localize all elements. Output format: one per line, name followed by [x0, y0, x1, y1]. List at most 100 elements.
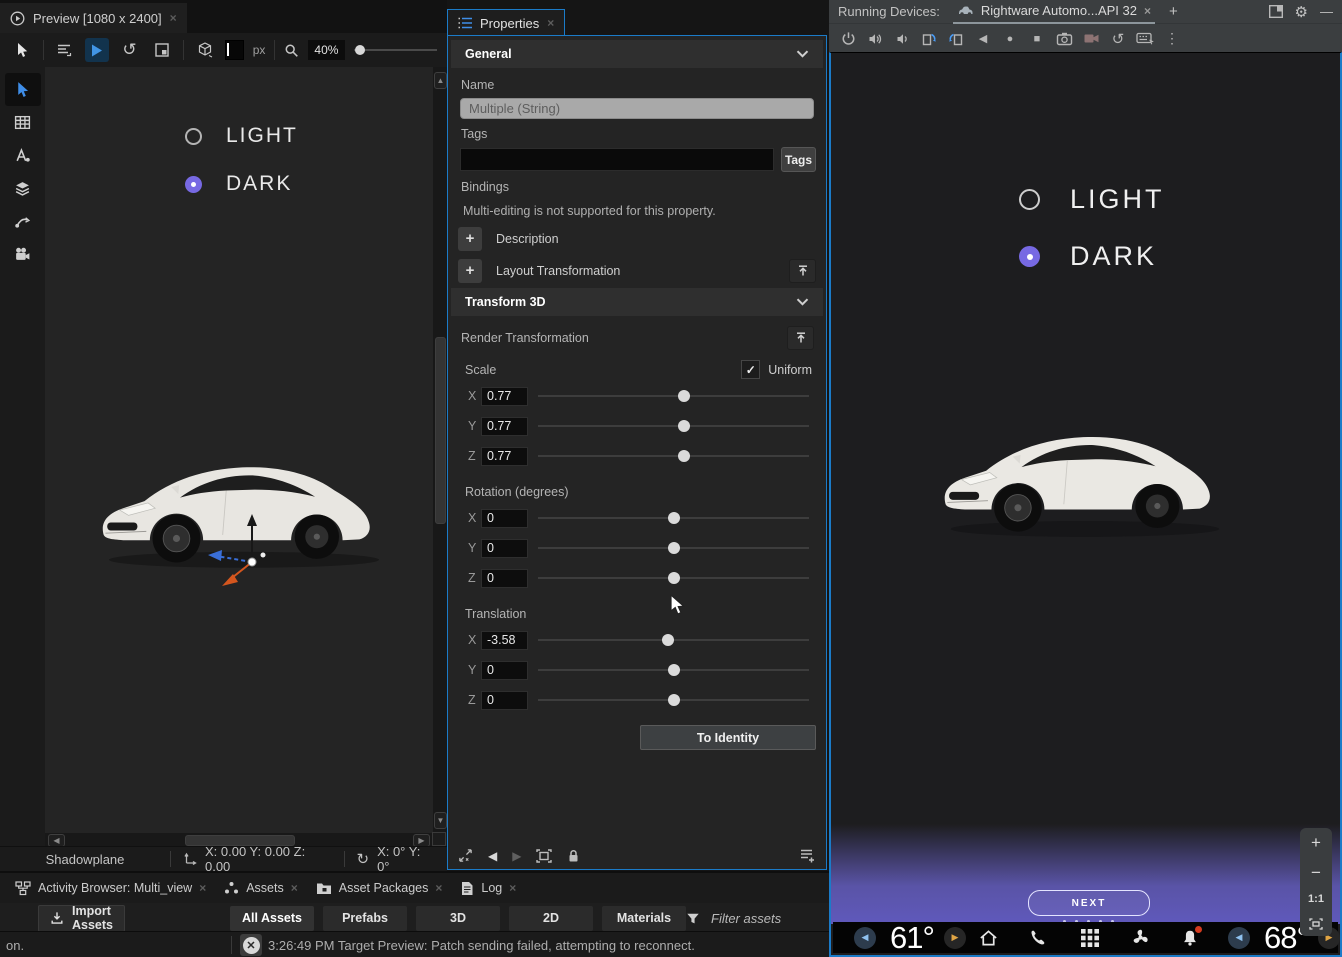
error-indicator[interactable]: ✕: [240, 934, 262, 956]
tab-asset-packages[interactable]: Asset Packages ×: [307, 873, 452, 903]
notifications-bell-icon[interactable]: [1175, 922, 1205, 953]
close-icon[interactable]: ×: [547, 16, 554, 30]
preview-radio-dark[interactable]: DARK: [185, 172, 292, 196]
android-overview-icon[interactable]: ■: [1025, 28, 1049, 50]
zoom-level-value[interactable]: 40%: [308, 40, 344, 60]
to-identity-button[interactable]: To Identity: [640, 725, 816, 750]
slider-thumb[interactable]: [668, 512, 680, 524]
slider-thumb[interactable]: [678, 450, 690, 462]
radio-unselected-icon[interactable]: [1019, 189, 1040, 210]
scale-z-slider[interactable]: [538, 446, 809, 466]
chevron-down-icon[interactable]: [796, 298, 809, 306]
device-radio-light[interactable]: LIGHT: [1019, 184, 1165, 215]
app-grid-icon[interactable]: [1075, 922, 1105, 953]
layers-tool-button[interactable]: [5, 172, 41, 205]
preview-canvas[interactable]: LIGHT DARK: [45, 67, 433, 833]
zoom-in-button[interactable]: +: [1311, 834, 1321, 851]
tags-input[interactable]: [460, 148, 774, 171]
scroll-up-icon[interactable]: ▲: [434, 72, 447, 89]
slider-thumb[interactable]: [668, 572, 680, 584]
import-assets-button[interactable]: Import Assets: [38, 905, 125, 932]
preview-vertical-scrollbar[interactable]: ▲ ▼: [433, 67, 447, 833]
close-icon[interactable]: ×: [1144, 4, 1151, 18]
radio-selected-icon[interactable]: [1019, 246, 1040, 267]
reset-preview-icon[interactable]: ↺: [118, 38, 142, 62]
phone-icon[interactable]: [1023, 922, 1053, 953]
filter-all-assets[interactable]: All Assets: [230, 906, 314, 931]
zoom-fit-button[interactable]: [1309, 918, 1323, 930]
volume-down-icon[interactable]: [890, 28, 914, 50]
tab-assets[interactable]: Assets ×: [215, 873, 307, 903]
tags-button[interactable]: Tags: [781, 147, 816, 172]
transform-gizmo[interactable]: [200, 510, 290, 600]
translation-y-slider[interactable]: [538, 660, 809, 680]
scroll-down-icon[interactable]: ▼: [434, 812, 447, 829]
scale-y-input[interactable]: 0.77: [481, 417, 528, 436]
history-forward-icon[interactable]: ▶: [512, 849, 521, 863]
fan-hvac-icon[interactable]: [1125, 922, 1155, 953]
filter-3d[interactable]: 3D: [416, 906, 500, 931]
preview-radio-light[interactable]: LIGHT: [185, 124, 298, 148]
rotation-z-slider[interactable]: [538, 568, 809, 588]
chevron-down-icon[interactable]: [796, 50, 809, 58]
transform-3d-tool-icon[interactable]: [193, 38, 217, 62]
more-options-icon[interactable]: ⋮: [1160, 28, 1184, 50]
zoom-slider-thumb[interactable]: [355, 45, 365, 55]
filter-assets-input[interactable]: [709, 910, 823, 927]
close-icon[interactable]: ×: [170, 11, 177, 25]
scrollbar-thumb[interactable]: [435, 337, 446, 524]
history-back-icon[interactable]: ◀: [488, 849, 497, 863]
connector-tool-button[interactable]: [5, 205, 41, 238]
add-layout-transformation-button[interactable]: +: [458, 259, 482, 283]
section-transform-3d[interactable]: Transform 3D: [451, 288, 823, 316]
hardware-input-icon[interactable]: [1133, 28, 1157, 50]
zoom-slider[interactable]: [354, 43, 437, 57]
play-preview-button[interactable]: [85, 38, 109, 62]
rotation-x-input[interactable]: 0: [481, 509, 528, 528]
slider-thumb[interactable]: [668, 542, 680, 554]
translation-z-input[interactable]: 0: [481, 691, 528, 710]
filter-2d[interactable]: 2D: [509, 906, 593, 931]
device-reset-icon[interactable]: ↺: [1106, 28, 1130, 50]
android-back-icon[interactable]: ◀: [971, 28, 995, 50]
grid-table-tool-button[interactable]: [5, 106, 41, 139]
add-device-button[interactable]: +: [1169, 3, 1178, 20]
camera-tool-button[interactable]: [5, 238, 41, 271]
push-to-device-icon[interactable]: [787, 326, 814, 350]
name-input[interactable]: Multiple (String): [460, 98, 814, 119]
scale-x-slider[interactable]: [538, 386, 809, 406]
push-to-device-icon[interactable]: [789, 259, 816, 283]
select-preview-tool-button[interactable]: [10, 38, 34, 62]
rotate-left-icon[interactable]: [944, 28, 968, 50]
rotation-y-input[interactable]: 0: [481, 539, 528, 558]
translation-z-slider[interactable]: [538, 690, 809, 710]
rotate-right-icon[interactable]: [917, 28, 941, 50]
box-in-box-icon[interactable]: [150, 38, 174, 62]
device-radio-dark[interactable]: DARK: [1019, 241, 1157, 272]
radio-selected-icon[interactable]: [185, 176, 202, 193]
translation-x-input[interactable]: -3.58: [481, 631, 528, 650]
filter-prefabs[interactable]: Prefabs: [323, 906, 407, 931]
volume-up-icon[interactable]: [863, 28, 887, 50]
tab-preview[interactable]: Preview [1080 x 2400] ×: [0, 3, 187, 33]
screen-record-icon[interactable]: [1079, 28, 1103, 50]
zoom-out-button[interactable]: −: [1311, 864, 1321, 881]
slider-thumb[interactable]: [678, 390, 690, 402]
section-general[interactable]: General: [451, 40, 823, 68]
rotation-z-input[interactable]: 0: [481, 569, 528, 588]
slider-thumb[interactable]: [668, 694, 680, 706]
layout-mode-button[interactable]: [53, 38, 77, 62]
minimize-icon[interactable]: —: [1320, 4, 1333, 19]
panel-layout-icon[interactable]: [1269, 5, 1283, 18]
uniform-checkbox[interactable]: ✓: [741, 360, 760, 379]
close-icon[interactable]: ×: [199, 881, 206, 895]
close-icon[interactable]: ×: [291, 881, 298, 895]
select-tool-button[interactable]: [5, 73, 41, 106]
tab-activity-browser[interactable]: Activity Browser: Multi_view ×: [6, 873, 215, 903]
home-icon[interactable]: [973, 922, 1003, 953]
slider-thumb[interactable]: [662, 634, 674, 646]
add-property-icon[interactable]: [799, 848, 816, 864]
next-button[interactable]: NEXT: [1028, 890, 1150, 916]
grid-size-input[interactable]: [225, 40, 243, 60]
scale-z-input[interactable]: 0.77: [481, 447, 528, 466]
